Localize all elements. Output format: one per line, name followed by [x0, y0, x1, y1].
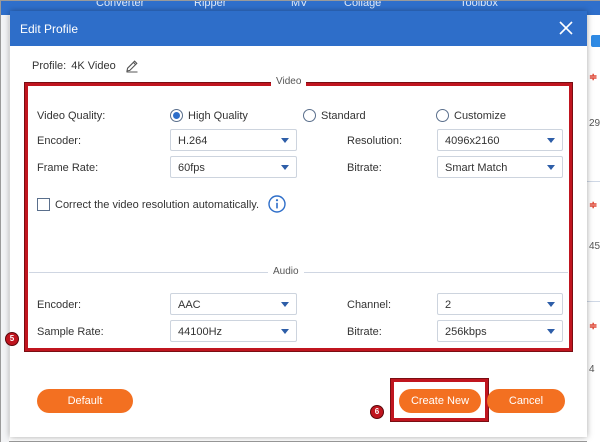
info-icon[interactable]: [268, 195, 286, 213]
chevron-down-icon: [281, 329, 289, 334]
bg-tab-ripper: Ripper: [194, 1, 227, 9]
frame-rate-select[interactable]: 60fps: [170, 156, 297, 178]
profile-label: Profile:: [32, 60, 67, 72]
dialog-header: Edit Profile: [10, 11, 587, 46]
video-encoder-select[interactable]: H.264: [170, 129, 297, 151]
close-icon[interactable]: [557, 19, 575, 37]
edit-pencil-icon[interactable]: [125, 59, 139, 73]
resolution-label: Resolution:: [347, 135, 403, 147]
sample-rate-label: Sample Rate:: [37, 326, 104, 338]
correct-resolution-checkbox[interactable]: [37, 198, 50, 211]
bg-divider: [587, 301, 600, 302]
bg-adjust-icon: ≑: [589, 72, 598, 83]
video-quality-label: Video Quality:: [37, 110, 106, 122]
bg-divider: [587, 181, 600, 182]
bg-tab-converter: Converter: [96, 1, 145, 9]
bg-tab-toolbox: Toolbox: [460, 1, 498, 9]
chevron-down-icon: [547, 302, 555, 307]
profile-name: 4K Video: [71, 60, 116, 72]
dialog-title: Edit Profile: [20, 22, 79, 36]
video-encoder-label: Encoder:: [37, 135, 82, 147]
channel-label: Channel:: [347, 299, 392, 311]
channel-select[interactable]: 2: [437, 293, 563, 315]
video-section-label: Video: [271, 76, 307, 87]
select-value: 256kbps: [445, 326, 487, 338]
radio-label: Standard: [321, 109, 366, 122]
video-bitrate-select[interactable]: Smart Match: [437, 156, 563, 178]
radio-label: High Quality: [188, 109, 248, 122]
select-value: 2: [445, 299, 452, 311]
resolution-select[interactable]: 4096x2160: [437, 129, 563, 151]
correct-resolution-label: Correct the video resolution automatical…: [55, 199, 260, 211]
sample-rate-select[interactable]: 44100Hz: [170, 320, 297, 342]
edit-profile-dialog: Edit Profile Profile: 4K Video Video Vid…: [5, 11, 587, 437]
chevron-down-icon: [547, 329, 555, 334]
bg-number: 45: [589, 241, 600, 252]
step-badge-5: 5: [5, 332, 19, 346]
audio-bitrate-label: Bitrate:: [347, 326, 382, 338]
background-chip: [591, 35, 600, 47]
select-value: 44100Hz: [178, 326, 223, 338]
create-new-button[interactable]: Create New: [399, 389, 481, 413]
radio-customize[interactable]: Customize: [436, 109, 506, 122]
background-left-strip: [1, 15, 9, 442]
bg-adjust-icon: ≑: [589, 200, 598, 211]
chevron-down-icon: [281, 138, 289, 143]
audio-encoder-select[interactable]: AAC: [170, 293, 297, 315]
select-value: 4096x2160: [445, 135, 500, 147]
select-value: 60fps: [178, 162, 205, 174]
bg-number: 29: [589, 118, 600, 129]
audio-encoder-label: Encoder:: [37, 299, 82, 311]
bg-tab-collage: Collage: [344, 1, 382, 9]
radio-standard[interactable]: Standard: [303, 109, 366, 122]
cancel-button[interactable]: Cancel: [487, 389, 565, 413]
chevron-down-icon: [547, 138, 555, 143]
select-value: AAC: [178, 299, 201, 311]
audio-section-label: Audio: [268, 266, 304, 277]
radio-label: Customize: [454, 109, 506, 122]
chevron-down-icon: [547, 165, 555, 170]
select-value: H.264: [178, 135, 208, 147]
profile-row: Profile: 4K Video: [32, 58, 139, 74]
frame-rate-label: Frame Rate:: [37, 162, 99, 174]
bg-tab-mv: MV: [291, 1, 308, 9]
video-bitrate-label: Bitrate:: [347, 162, 382, 174]
chevron-down-icon: [281, 302, 289, 307]
chevron-down-icon: [281, 165, 289, 170]
bg-number: 4: [589, 364, 595, 375]
step-badge-6: 6: [370, 405, 384, 419]
radio-indicator: [436, 109, 449, 122]
bg-adjust-icon: ≑: [589, 321, 598, 332]
select-value: Smart Match: [445, 162, 508, 174]
default-button[interactable]: Default: [37, 389, 133, 413]
audio-bitrate-select[interactable]: 256kbps: [437, 320, 563, 342]
radio-indicator: [303, 109, 316, 122]
radio-high-quality[interactable]: High Quality: [170, 109, 248, 122]
radio-indicator: [170, 109, 183, 122]
